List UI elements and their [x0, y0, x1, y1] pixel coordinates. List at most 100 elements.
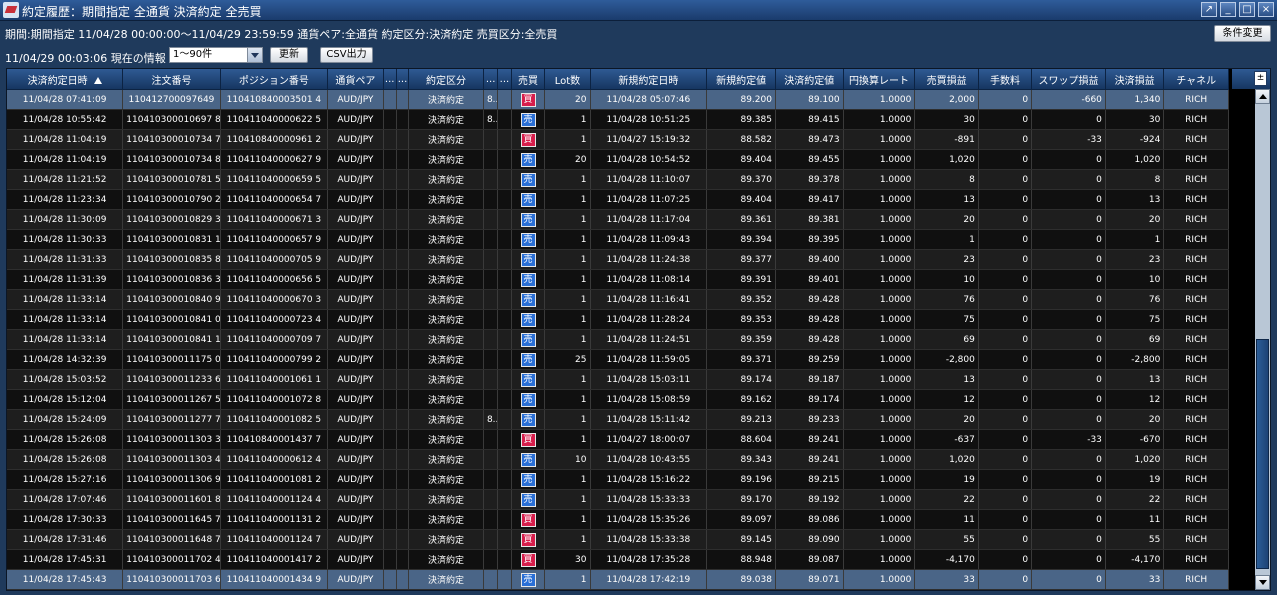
cell-new-datetime: 11/04/28 05:07:46	[590, 89, 708, 110]
cell-trading-pl: 2,000	[914, 89, 979, 110]
range-select[interactable]: 1〜90件	[169, 47, 263, 63]
cell-fee: 0	[978, 369, 1033, 390]
cell-settlement-pl: 69	[1105, 329, 1165, 350]
maximize-icon[interactable]: □	[1239, 2, 1255, 17]
scroll-thumb[interactable]	[1256, 339, 1269, 569]
col-header-hidden-3[interactable]: ...	[483, 69, 499, 90]
col-header-new-datetime[interactable]: 新規約定日時	[590, 69, 708, 90]
col-header-order-number[interactable]: 注文番号	[122, 69, 221, 90]
table-row[interactable]: 11/04/28 15:26:08 110410300011303 3 110410…	[7, 429, 1229, 450]
cell-order-number: 110410300011303 3	[122, 429, 221, 450]
change-conditions-button[interactable]: 条件変更	[1214, 25, 1271, 42]
update-button[interactable]: 更新	[270, 47, 308, 63]
scroll-down-icon[interactable]	[1255, 575, 1270, 590]
col-header-hidden-2[interactable]: ...	[396, 69, 410, 90]
col-header-fee[interactable]: 手数料	[978, 69, 1033, 90]
cell-hidden-4	[497, 169, 512, 190]
col-header-trading-pl[interactable]: 売買損益	[914, 69, 979, 90]
col-header-buy-sell[interactable]: 売買	[511, 69, 546, 90]
table-row[interactable]: 11/04/28 17:07:46 110410300011601 8 110411…	[7, 489, 1229, 510]
table-row[interactable]: 11/04/28 11:33:14 110410300010841 1 110411…	[7, 329, 1229, 350]
cell-new-datetime: 11/04/28 15:35:26	[590, 509, 708, 530]
table-row[interactable]: 11/04/28 11:04:19 110410300010734 8 110411…	[7, 149, 1229, 170]
table-row[interactable]: 11/04/28 17:45:31 110410300011702 4 110411…	[7, 549, 1229, 570]
csv-export-button[interactable]: CSV出力	[320, 47, 373, 63]
cell-trading-pl: 76	[914, 289, 979, 310]
table-row[interactable]: 11/04/28 15:27:16 110410300011306 9 110411…	[7, 469, 1229, 490]
sell-badge: 売	[520, 292, 536, 307]
cell-currency-pair: AUD/JPY	[327, 189, 384, 210]
cell-swap-pl: 0	[1031, 309, 1106, 330]
table-row[interactable]: 11/04/28 11:30:33 110410300010831 1 110411…	[7, 229, 1229, 250]
cell-order-number: 110410300010841 1	[122, 329, 221, 350]
scroll-up-icon[interactable]	[1255, 89, 1270, 104]
vertical-scrollbar[interactable]	[1255, 89, 1270, 590]
col-header-hidden-1[interactable]: ...	[383, 69, 397, 90]
table-row[interactable]: 11/04/28 11:30:09 110410300010829 3 110411…	[7, 209, 1229, 230]
cell-settlement-pl: 13	[1105, 189, 1165, 210]
chevron-down-icon[interactable]	[247, 48, 262, 62]
column-settings-icon[interactable]: ±	[1254, 71, 1267, 86]
col-header-swap-pl[interactable]: スワップ損益	[1031, 69, 1106, 90]
cell-yen-rate: 1.0000	[843, 409, 916, 430]
col-header-currency-pair[interactable]: 通貨ペア	[327, 69, 384, 90]
cell-channel: RICH	[1163, 449, 1229, 470]
cell-close-price: 89.241	[775, 449, 844, 470]
table-row[interactable]: 11/04/28 11:31:39 110410300010836 3 110411…	[7, 269, 1229, 290]
table-row[interactable]: 11/04/28 10:55:42 110410300010697 8 110411…	[7, 109, 1229, 130]
table-row[interactable]: 11/04/28 17:45:43 110410300011703 6 110411…	[7, 569, 1229, 590]
table-row[interactable]: 11/04/28 15:26:08 110410300011303 4 110411…	[7, 449, 1229, 470]
cell-close-datetime: 11/04/28 17:45:31	[7, 549, 124, 570]
cell-hidden-3: 8...	[483, 409, 499, 430]
col-header-channel[interactable]: チャネル	[1163, 69, 1229, 90]
cell-fee: 0	[978, 289, 1033, 310]
table-row[interactable]: 11/04/28 11:31:33 110410300010835 8 110411…	[7, 249, 1229, 270]
cell-swap-pl: 0	[1031, 549, 1106, 570]
cell-swap-pl: 0	[1031, 169, 1106, 190]
cell-lot: 1	[544, 369, 591, 390]
cell-new-datetime: 11/04/28 10:54:52	[590, 149, 708, 170]
cell-settlement-pl: 22	[1105, 489, 1165, 510]
col-header-lot[interactable]: Lot数	[544, 69, 591, 90]
cell-fee: 0	[978, 169, 1033, 190]
cell-hidden-1	[383, 269, 397, 290]
table-row[interactable]: 11/04/28 17:30:33 110410300011645 7 110411…	[7, 509, 1229, 530]
cell-hidden-3	[483, 529, 499, 550]
cell-yen-rate: 1.0000	[843, 229, 916, 250]
cell-position-number: 110411040001061 1	[220, 369, 329, 390]
sell-badge: 売	[520, 492, 536, 507]
cell-execution-type: 決済約定	[408, 249, 484, 270]
pin-icon[interactable]: ↗	[1201, 2, 1217, 17]
cell-close-datetime: 11/04/28 15:24:09	[7, 409, 124, 430]
minimize-icon[interactable]: _	[1220, 2, 1236, 17]
col-header-execution-type[interactable]: 約定区分	[408, 69, 484, 90]
table-row[interactable]: 11/04/28 11:33:14 110410300010841 0 110411…	[7, 309, 1229, 330]
table-row[interactable]: 11/04/28 11:33:14 110410300010840 9 110411…	[7, 289, 1229, 310]
table-row[interactable]: 11/04/28 15:12:04 110410300011267 5 110411…	[7, 389, 1229, 410]
cell-hidden-2	[396, 169, 410, 190]
cell-trading-pl: 8	[914, 169, 979, 190]
col-header-hidden-4[interactable]: ...	[497, 69, 512, 90]
cell-position-number: 110411040000612 4	[220, 449, 329, 470]
col-header-yen-rate[interactable]: 円換算レート	[843, 69, 916, 90]
col-header-close-price[interactable]: 決済約定値	[775, 69, 844, 90]
cell-new-datetime: 11/04/28 17:35:28	[590, 549, 708, 570]
col-header-settlement-pl[interactable]: 決済損益	[1105, 69, 1165, 90]
cell-new-price: 89.385	[706, 109, 776, 130]
table-row[interactable]: 11/04/28 14:32:39 110410300011175 0 110411…	[7, 349, 1229, 370]
table-row[interactable]: 11/04/28 07:41:09 110412700097649 11041084…	[7, 89, 1229, 110]
cell-hidden-1	[383, 449, 397, 470]
col-header-position-number[interactable]: ポジション番号	[220, 69, 329, 90]
close-icon[interactable]: ×	[1258, 2, 1274, 17]
table-row[interactable]: 11/04/28 11:21:52 110410300010781 5 110411…	[7, 169, 1229, 190]
table-row[interactable]: 11/04/28 17:31:46 110410300011648 7 110411…	[7, 529, 1229, 550]
col-header-close-datetime[interactable]: 決済約定日時	[7, 69, 124, 90]
table-row[interactable]: 11/04/28 11:04:19 110410300010734 7 110410…	[7, 129, 1229, 150]
col-header-new-price[interactable]: 新規約定値	[706, 69, 776, 90]
cell-new-datetime: 11/04/28 10:51:25	[590, 109, 708, 130]
table-row[interactable]: 11/04/28 15:03:52 110410300011233 6 110411…	[7, 369, 1229, 390]
cell-execution-type: 決済約定	[408, 529, 484, 550]
cell-channel: RICH	[1163, 409, 1229, 430]
table-row[interactable]: 11/04/28 11:23:34 110410300010790 2 110411…	[7, 189, 1229, 210]
table-row[interactable]: 11/04/28 15:24:09 110410300011277 7 110411…	[7, 409, 1229, 430]
